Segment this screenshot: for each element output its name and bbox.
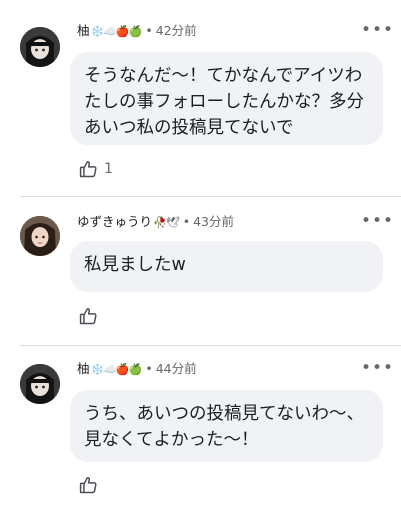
author-emojis: ❄️☁️🍎🍏 bbox=[90, 363, 143, 376]
timestamp[interactable]: 43分前 bbox=[193, 214, 234, 229]
author-emojis: 🥀🕊 bbox=[153, 216, 180, 229]
like-button[interactable]: 1 bbox=[78, 158, 113, 180]
thumbs-up-icon bbox=[79, 477, 97, 494]
comment-bubble: そうなんだ〜！てかなんでアイツわたしの事フォローしたんかな？多分あいつ私の投稿見… bbox=[70, 52, 383, 145]
comment-meta: ゆずきゅうり🥀🕊 • 43分前 bbox=[77, 213, 234, 231]
thumbs-up-icon bbox=[79, 308, 97, 325]
comment-text: 私見ましたw bbox=[84, 255, 186, 275]
author-name[interactable]: 柚 bbox=[77, 23, 90, 38]
like-count: 1 bbox=[104, 161, 113, 177]
comment-bubble: 私見ましたw bbox=[70, 241, 383, 292]
comment-text: そうなんだ〜！てかなんでアイツわたしの事フォローしたんかな？多分あいつ私の投稿見… bbox=[84, 66, 364, 138]
author-name[interactable]: ゆずきゅうり bbox=[77, 214, 152, 229]
avatar[interactable] bbox=[20, 364, 60, 404]
more-options-icon[interactable]: ••• bbox=[361, 22, 393, 42]
thumbs-up-icon bbox=[79, 161, 97, 178]
author-emojis: ❄️☁️🍎🍏 bbox=[90, 25, 143, 38]
comment-bubble: うち、あいつの投稿見てないわ〜、見なくてよかった〜！ bbox=[70, 390, 383, 462]
avatar[interactable] bbox=[20, 216, 60, 256]
more-options-icon[interactable]: ••• bbox=[361, 213, 393, 233]
separator-dot: • bbox=[182, 214, 191, 229]
comment-text: うち、あいつの投稿見てないわ〜、見なくてよかった〜！ bbox=[84, 404, 364, 450]
separator-dot: • bbox=[145, 361, 153, 376]
author-name[interactable]: 柚 bbox=[77, 361, 90, 376]
divider bbox=[20, 345, 401, 346]
more-options-icon[interactable]: ••• bbox=[361, 360, 393, 380]
timestamp[interactable]: 44分前 bbox=[156, 361, 197, 376]
divider bbox=[20, 196, 401, 197]
comment-meta: 柚❄️☁️🍎🍏 • 44分前 bbox=[77, 360, 197, 378]
timestamp[interactable]: 42分前 bbox=[156, 23, 197, 38]
like-button[interactable] bbox=[78, 474, 99, 496]
comment-meta: 柚❄️☁️🍎🍏 • 42分前 bbox=[77, 22, 197, 40]
avatar[interactable] bbox=[20, 27, 60, 67]
like-button[interactable] bbox=[78, 305, 99, 327]
separator-dot: • bbox=[145, 23, 153, 38]
